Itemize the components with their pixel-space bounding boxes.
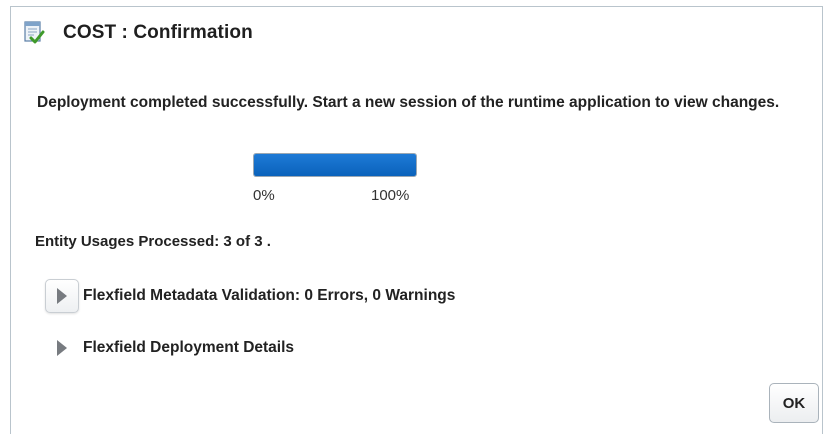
progress-min-label: 0% [253, 187, 275, 204]
entity-usages-count: Entity Usages Processed: 3 of 3 . [35, 233, 271, 250]
dialog-title-bar: COST : Confirmation [23, 19, 253, 47]
progress-max-label: 100% [371, 187, 410, 204]
dialog-title: COST : Confirmation [63, 22, 253, 43]
expand-triangle-icon[interactable] [45, 331, 79, 365]
metadata-validation-disclosure[interactable]: Flexfield Metadata Validation: 0 Errors,… [45, 279, 455, 313]
ok-button[interactable]: OK [769, 383, 819, 423]
status-message: Deployment completed successfully. Start… [37, 94, 780, 111]
deployment-details-label: Flexfield Deployment Details [83, 339, 295, 356]
progress-bar [253, 153, 417, 177]
deployment-details-disclosure[interactable]: Flexfield Deployment Details [45, 331, 294, 365]
metadata-validation-label: Flexfield Metadata Validation: 0 Errors,… [83, 287, 456, 304]
progress-bar-fill [254, 154, 416, 176]
document-check-icon [23, 21, 45, 45]
confirmation-dialog: COST : Confirmation Deployment completed… [10, 6, 823, 434]
expand-triangle-icon[interactable] [45, 279, 79, 313]
